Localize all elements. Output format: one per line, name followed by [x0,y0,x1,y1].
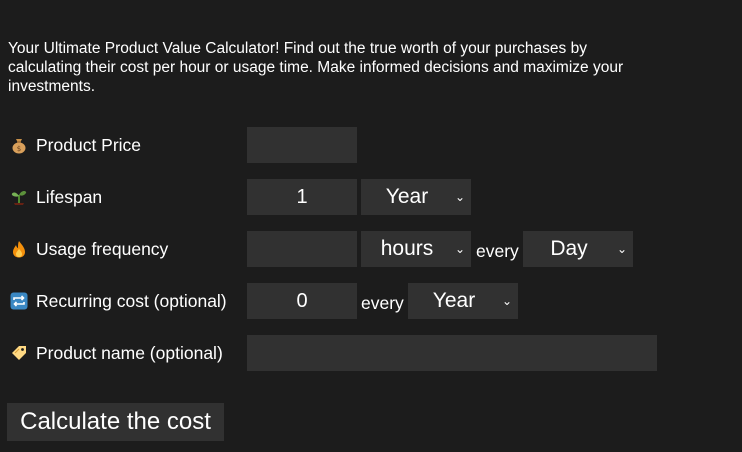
usage-period-value: Day [550,237,588,260]
name-label-group: Product name (optional) [10,335,223,371]
seedling-icon [10,188,28,206]
tag-icon [10,344,28,362]
recurring-every-label: every [361,293,404,313]
usage-unit-select[interactable]: hours ⌄ [361,231,471,267]
recurring-input[interactable] [247,283,357,319]
recurring-period-value: Year [432,289,476,312]
money-bag-icon: $ [10,136,28,154]
lifespan-unit-value: Year [385,185,429,208]
price-row: $ Product Price [0,127,742,163]
name-label: Product name (optional) [36,342,223,363]
lifespan-row: Lifespan Year ⌄ [0,179,742,215]
usage-label: Usage frequency [36,238,169,259]
usage-label-group: Usage frequency [10,231,168,267]
recurring-row: Recurring cost (optional) every Year ⌄ [0,283,742,319]
product-name-input[interactable] [247,335,657,371]
lifespan-label-group: Lifespan [10,179,102,215]
usage-input[interactable] [247,231,357,267]
price-label: Product Price [36,134,142,155]
usage-period-select[interactable]: Day ⌄ [523,231,633,267]
calculate-button[interactable]: Calculate the cost [7,403,224,441]
recurring-label: Recurring cost (optional) [36,290,227,311]
name-row: Product name (optional) [0,335,742,371]
chevron-down-icon: ⌄ [454,242,465,256]
recurring-period-select[interactable]: Year ⌄ [408,283,518,319]
usage-unit-value: hours [380,237,434,260]
price-label-group: $ Product Price [10,127,141,163]
fire-icon [10,240,28,258]
svg-text:$: $ [17,145,21,153]
lifespan-label: Lifespan [36,186,103,207]
intro-text: Your Ultimate Product Value Calculator! … [8,40,624,95]
repeat-icon [10,292,28,310]
chevron-down-icon: ⌄ [616,242,627,256]
lifespan-input[interactable] [247,179,357,215]
recurring-label-group: Recurring cost (optional) [10,283,227,319]
chevron-down-icon: ⌄ [454,190,465,204]
price-input[interactable] [247,127,357,163]
usage-every-label: every [476,241,519,261]
chevron-down-icon: ⌄ [501,294,512,308]
usage-row: Usage frequency hours ⌄ every Day ⌄ [0,231,742,267]
lifespan-unit-select[interactable]: Year ⌄ [361,179,471,215]
